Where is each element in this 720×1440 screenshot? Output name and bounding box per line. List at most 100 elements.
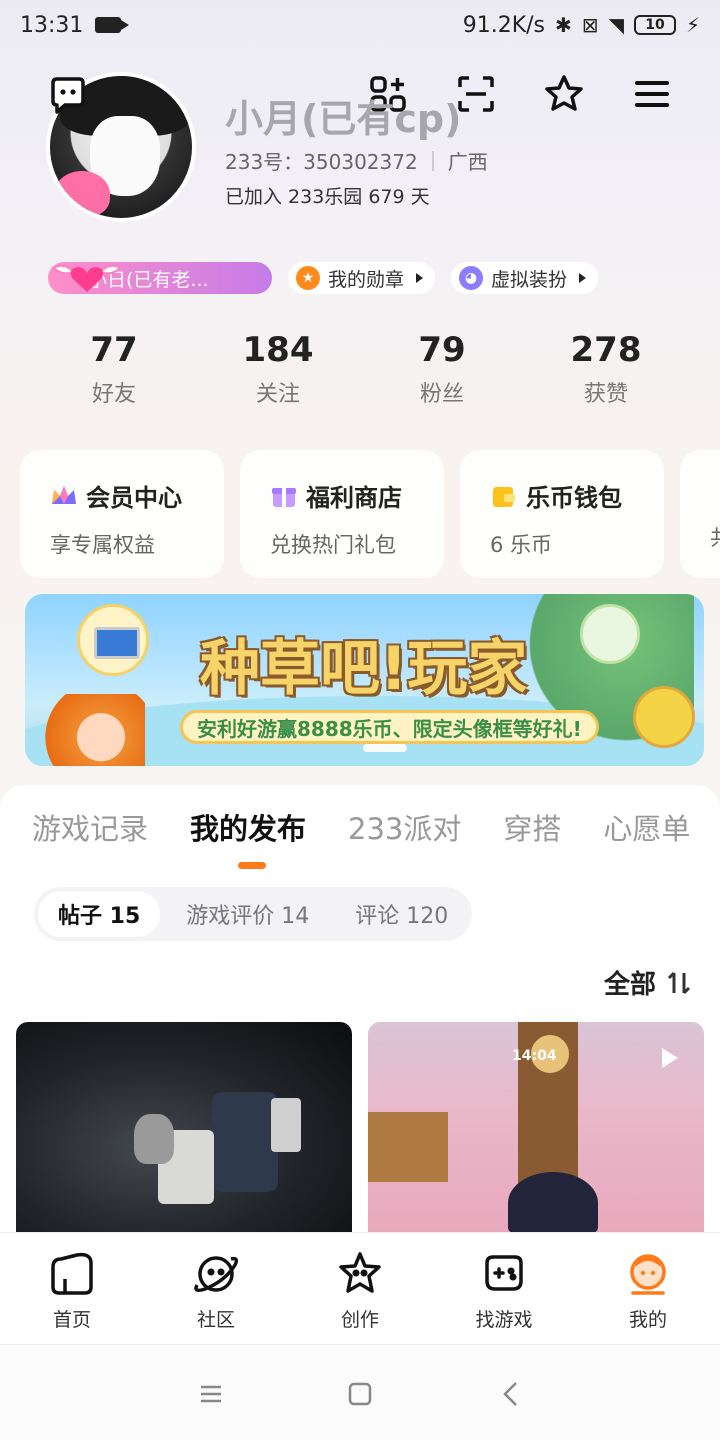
tab-outfits[interactable]: 穿搭 [503,806,561,848]
mascot-character [35,694,145,766]
card-subtitle: 享专属权益 [50,533,155,557]
dressup-icon: ◕ [459,266,484,290]
more-card[interactable]: 共 [680,450,720,578]
content-tabs: 游戏记录 我的发布 233派对 穿搭 心愿单 [32,806,720,848]
card-title: 福利商店 [306,484,402,512]
divider [431,150,434,171]
coins-prize-icon [633,686,695,748]
post-card[interactable] [16,1022,352,1234]
active-tab-indicator [238,862,266,869]
stat-following[interactable]: 184 关注 [196,330,360,408]
system-nav-bar [0,1344,720,1440]
card-icon-partial [710,478,720,506]
dressup-chip-label: 虚拟装扮 [491,268,568,291]
stat-label: 好友 [91,382,136,407]
region: 广西 [447,150,488,174]
back-icon[interactable] [498,1381,524,1407]
medal-icon: ★ [296,266,320,290]
nav-label: 找游戏 [475,1309,533,1331]
stat-label: 获赞 [583,382,628,407]
nav-home[interactable]: 首页 [0,1233,144,1344]
card-title: 乐币钱包 [526,484,622,512]
banner-subtitle: 安利好游赢8888乐币、限定头像框等好礼! [180,710,599,744]
nav-label: 社区 [196,1309,235,1331]
home-square-icon[interactable] [347,1381,373,1407]
post-card[interactable]: 14:04 [368,1022,704,1234]
chevron-right-icon [416,273,424,283]
gift-icon [272,487,296,507]
medals-chip[interactable]: ★ 我的勋章 [288,262,436,294]
earbuds-prize-icon [580,604,640,664]
charging-icon: ⚡ [685,13,700,37]
message-icon[interactable] [46,74,90,118]
banner-title: 种草吧!玩家 [200,634,528,704]
bottom-nav: 首页 社区 创作 找游戏 我的 [0,1232,720,1344]
wallet-card[interactable]: 乐币钱包 6 乐币 [460,450,664,578]
post-image-object [271,1098,301,1152]
subtabs: 帖子 15 游戏评价 14 评论 120 [34,887,473,941]
star-badge-icon[interactable] [542,72,586,116]
wallet-icon [493,486,515,507]
stat-friends[interactable]: 77 好友 [32,330,196,408]
member-center-card[interactable]: 会员中心 享专属权益 [20,450,224,578]
card-subtitle: 共 [710,522,720,552]
nav-label: 首页 [52,1309,91,1331]
stat-likes[interactable]: 278 获赞 [524,330,688,408]
camera-icon [95,17,130,33]
avatar-frame-heart [54,171,110,217]
card-subtitle: 兑换热门礼包 [270,533,396,557]
stat-number: 184 [242,330,314,370]
joined-days: 已加入 233乐园 679 天 [225,186,430,208]
recents-menu-icon[interactable] [198,1381,224,1407]
game-timer: 14:04 [512,1048,557,1064]
stats-row: 77 好友 184 关注 79 粉丝 278 获赞 [32,330,688,408]
post-image-object [368,1112,448,1182]
sort-label: 全部 [603,970,656,1000]
gamepad-icon [485,1255,523,1291]
user-id[interactable]: 233号：350302372 [225,146,418,175]
stat-number: 79 [418,330,466,370]
stat-fans[interactable]: 79 粉丝 [360,330,524,408]
username[interactable]: 小月(已有cp) [225,88,461,143]
sort-button[interactable]: 全部 [604,964,692,1001]
card-title: 会员中心 [86,484,182,512]
title-chip[interactable]: 小日(已有老... [48,262,272,294]
promo-banner[interactable]: 种草吧!玩家 安利好游赢8888乐币、限定头像框等好礼! [25,594,704,766]
home-icon [51,1252,93,1295]
dressup-chip[interactable]: ◕ 虚拟装扮 [451,262,599,294]
nav-community[interactable]: 社区 [144,1233,288,1344]
post-image-cat [134,1114,174,1164]
card-subtitle: 6 乐币 [490,533,553,557]
create-star-icon [339,1252,381,1293]
nav-find-games[interactable]: 找游戏 [432,1233,576,1344]
status-time: 13:31 [20,12,84,38]
stat-label: 粉丝 [419,382,464,407]
nav-me[interactable]: 我的 [576,1233,720,1344]
tab-my-posts[interactable]: 我的发布 [190,806,306,848]
bluetooth-icon: ✱ [555,13,572,37]
wifi-icon: ◥ [608,13,624,37]
medals-chip-label: 我的勋章 [328,268,405,291]
tab-wishlist[interactable]: 心愿单 [603,806,690,848]
subtab-posts[interactable]: 帖子 15 [38,891,161,937]
nav-label: 我的 [628,1309,667,1331]
subtab-comments[interactable]: 评论 120 [335,891,468,937]
id-line: 233号：350302372 广西 [225,146,488,175]
profile-chips: 小日(已有老... ★ 我的勋章 ◕ 虚拟装扮 [48,262,599,294]
welfare-shop-card[interactable]: 福利商店 兑换热门礼包 [240,450,444,578]
tab-party[interactable]: 233派对 [348,806,461,848]
post-image-character [508,1172,598,1234]
nav-create[interactable]: 创作 [288,1233,432,1344]
play-icon[interactable] [662,1048,678,1068]
nav-label: 创作 [340,1309,379,1331]
subtab-game-reviews[interactable]: 游戏评价 14 [166,891,329,937]
menu-icon[interactable] [630,72,674,116]
tab-game-records[interactable]: 游戏记录 [32,806,148,848]
me-icon [630,1254,666,1295]
chevron-right-icon [579,273,587,283]
stat-label: 关注 [255,382,300,407]
planet-icon [194,1256,239,1293]
laptop-prize-icon [77,604,149,676]
status-bar: 13:31 91.2K/s ✱ ⊠ ◥ 10 ⚡ [0,0,720,50]
sim-icon: ⊠ [581,13,599,37]
